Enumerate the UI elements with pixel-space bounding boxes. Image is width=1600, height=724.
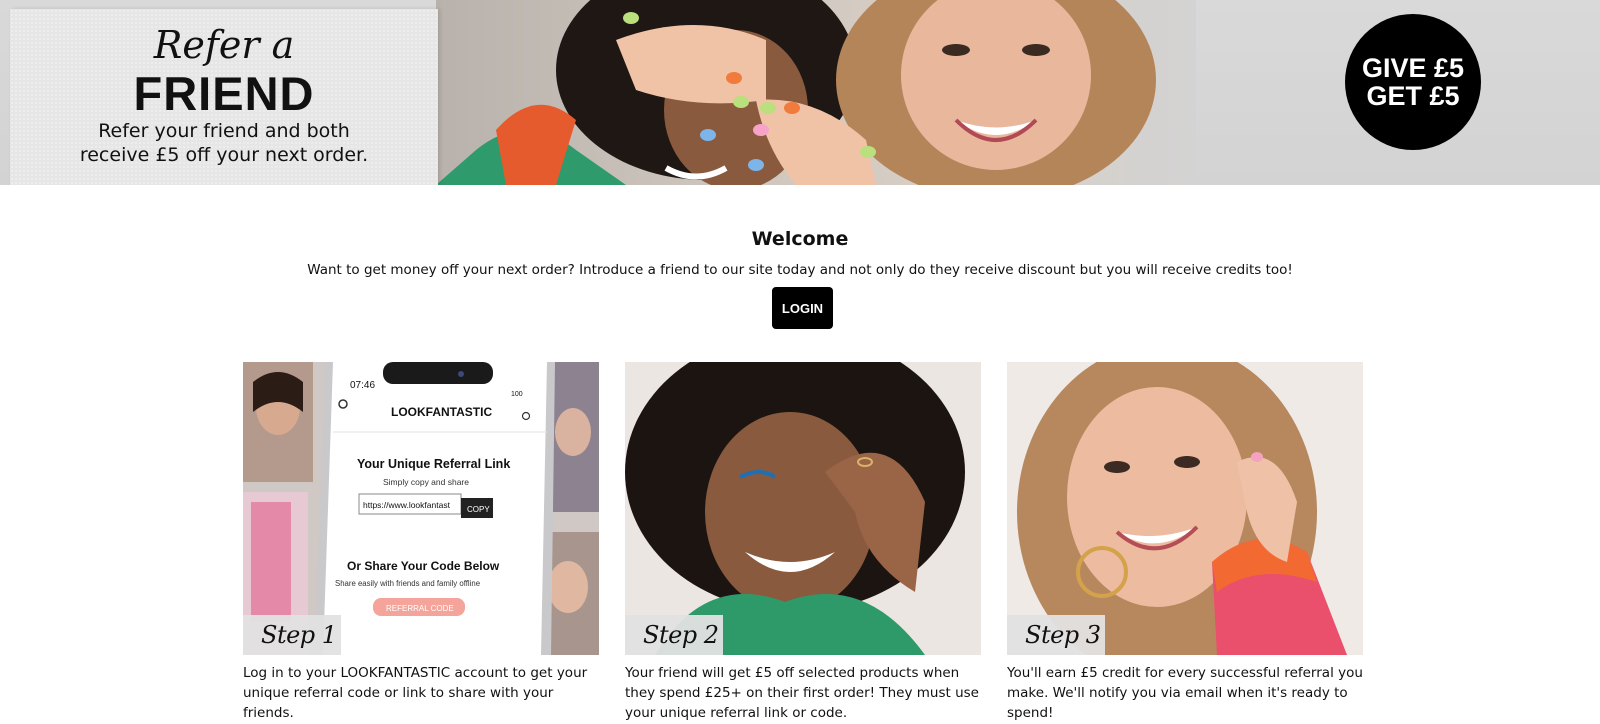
phone-code-label: REFERRAL CODE [386, 604, 454, 613]
phone-share-sub: Share easily with friends and family off… [335, 579, 480, 588]
phone-brand: LOOKFANTASTIC [391, 405, 492, 419]
phone-referral-heading: Your Unique Referral Link [357, 457, 510, 471]
welcome-title: Welcome [751, 228, 849, 250]
step-1-text: Log in to your LOOKFANTASTIC account to … [243, 665, 588, 721]
phone-time: 07:46 [350, 380, 375, 391]
badge-line-get: GET £5 [1366, 81, 1460, 111]
step-2-text: Your friend will get £5 off selected pro… [625, 665, 979, 721]
step-1-phone-illustration: 07:46 100 LOOKFANTASTIC Your Unique Refe… [243, 362, 599, 655]
step-3-image: Step 3 [1007, 362, 1363, 655]
phone-battery: 100 [511, 391, 523, 398]
welcome-text: Want to get money off your next order? I… [307, 262, 1293, 278]
phone-referral-sub: Simply copy and share [383, 477, 469, 487]
step-2-image: Step 2 [625, 362, 981, 655]
step-1-tag: Step 1 [243, 615, 341, 655]
step-1-image: 07:46 100 LOOKFANTASTIC Your Unique Refe… [243, 362, 599, 655]
step-card-1: 07:46 100 LOOKFANTASTIC Your Unique Refe… [243, 362, 599, 723]
login-button[interactable]: LOGIN [772, 287, 833, 329]
step-card-3: Step 3 You'll earn £5 credit for every s… [1007, 362, 1363, 723]
step-2-tag: Step 2 [625, 615, 723, 655]
hero-title-card: Refer a FRIEND Refer your friend and bot… [10, 9, 438, 185]
hero-title-friend: FRIEND [133, 67, 315, 120]
step-3-photo-illustration [1007, 362, 1363, 655]
step-card-2: Step 2 Your friend will get £5 off selec… [625, 362, 981, 723]
hero-title-refer: Refer a [153, 23, 295, 67]
step-3-text: You'll earn £5 credit for every successf… [1007, 665, 1363, 721]
hero-banner: Refer a FRIEND Refer your friend and bot… [0, 0, 1600, 185]
phone-share-heading: Or Share Your Code Below [347, 559, 500, 573]
phone-referral-link: https://www.lookfantast [363, 500, 451, 510]
hero-subtitle-line2: receive £5 off your next order. [79, 144, 369, 166]
phone-copy-label: COPY [467, 505, 490, 514]
hero-photo [436, 0, 1196, 185]
give-get-badge: GIVE £5 GET £5 [1345, 14, 1481, 150]
step-2-photo-illustration [625, 362, 981, 655]
badge-line-give: GIVE £5 [1361, 53, 1465, 83]
step-3-tag: Step 3 [1007, 615, 1105, 655]
hero-photo-illustration [436, 0, 1156, 185]
hero-subtitle: Refer your friend and both receive £5 of… [40, 119, 408, 167]
hero-subtitle-line1: Refer your friend and both [98, 120, 350, 142]
